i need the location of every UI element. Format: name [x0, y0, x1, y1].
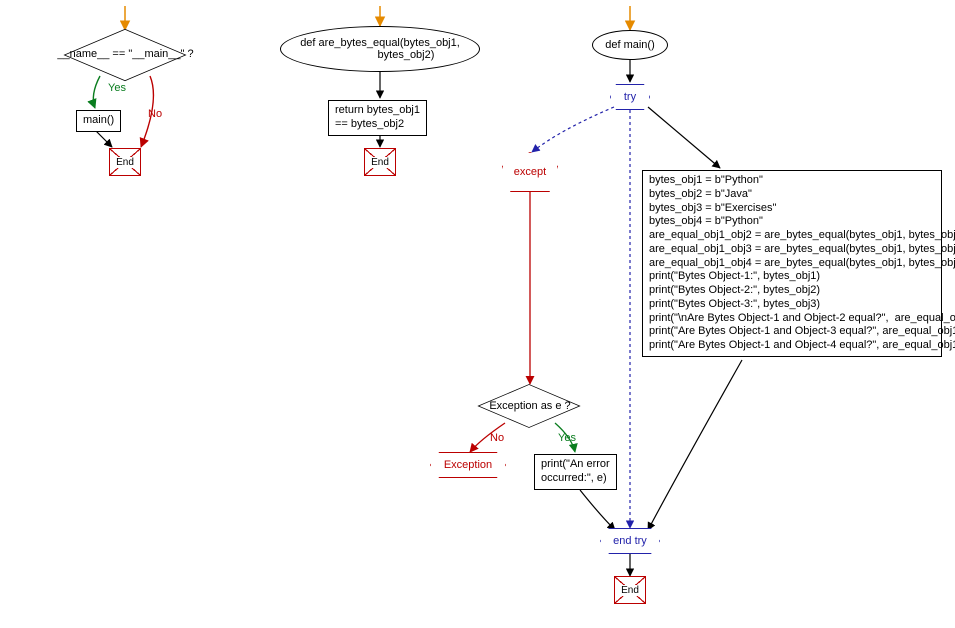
- end-try-node: end try: [600, 528, 660, 554]
- main-def: def main(): [592, 30, 668, 60]
- flowchart-canvas: __name__ == "__main__" ? Yes No main() E…: [0, 0, 955, 628]
- end-label: End: [620, 585, 640, 596]
- except-label: except: [514, 166, 546, 178]
- try-label: try: [624, 91, 636, 103]
- no-label: No: [148, 108, 162, 120]
- name-main-decision: [63, 29, 186, 81]
- exception-raise-label: Exception: [444, 459, 492, 471]
- are-bytes-equal-def: def are_bytes_equal(bytes_obj1, bytes_ob…: [280, 26, 480, 72]
- try-body-box: bytes_obj1 = b"Python" bytes_obj2 = b"Ja…: [642, 170, 942, 357]
- exception-decision: [477, 384, 580, 428]
- end-label: End: [370, 157, 390, 168]
- exc-no-label: No: [490, 432, 504, 444]
- end-try-label: end try: [613, 535, 647, 547]
- end-tile-middle: End: [364, 148, 396, 176]
- try-node: try: [610, 84, 650, 110]
- except-node: except: [502, 152, 558, 192]
- call-main-box: main(): [76, 110, 121, 132]
- end-tile-right: End: [614, 576, 646, 604]
- end-tile-left: End: [109, 148, 141, 176]
- exception-raise: Exception: [430, 452, 506, 478]
- are-bytes-equal-body: return bytes_obj1 == bytes_obj2: [328, 100, 427, 136]
- exc-yes-label: Yes: [558, 432, 576, 444]
- yes-label: Yes: [108, 82, 126, 94]
- main-def-signature: def main(): [605, 39, 655, 51]
- exception-handler-box: print("An error occurred:", e): [534, 454, 617, 490]
- end-label: End: [115, 157, 135, 168]
- are-bytes-equal-signature: def are_bytes_equal(bytes_obj1, bytes_ob…: [300, 37, 460, 61]
